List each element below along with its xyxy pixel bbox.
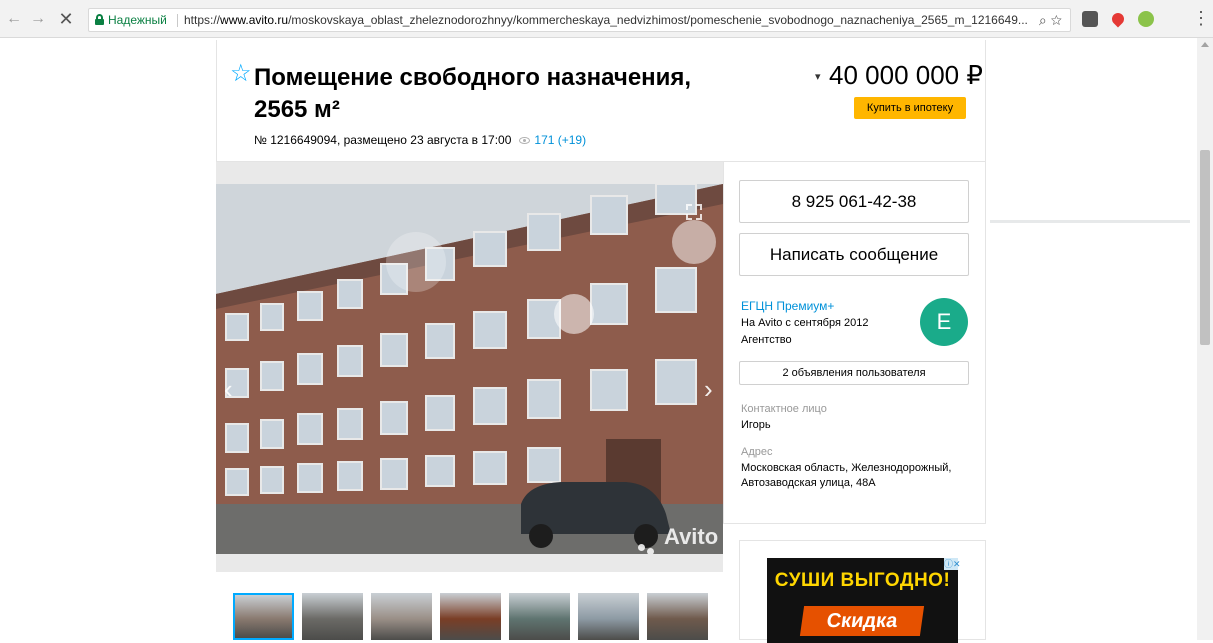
previous-photo-arrow-icon[interactable]: ‹ (224, 374, 233, 405)
contact-panel: 8 925 061-42-38 Написать сообщение ЕГЦН … (723, 162, 986, 524)
seller-type: Агентство (741, 334, 792, 346)
url-path: /moskovskaya_oblast_zheleznodorozhnyy/ko… (288, 13, 1028, 27)
avito-watermark: Avito (664, 524, 719, 549)
url-scheme: https:// (184, 13, 221, 27)
listing-meta: № 1216649094, размещено 23 августа в 17:… (254, 133, 586, 147)
secure-label: Надежный (108, 13, 167, 27)
scroll-up-arrow-icon[interactable] (1201, 42, 1209, 47)
price-dropdown-icon[interactable]: ▾ (815, 70, 821, 83)
next-photo-arrow-icon[interactable]: › (704, 374, 713, 405)
user-ads-button[interactable]: 2 объявления пользователя (739, 361, 969, 385)
eye-icon (519, 137, 531, 145)
mortgage-button[interactable]: Купить в ипотеку (854, 97, 966, 119)
gallery-thumbnail[interactable] (302, 593, 363, 640)
contact-person-label: Контактное лицо (741, 403, 827, 415)
ad-close-icon[interactable]: ⓘ✕ (944, 558, 961, 570)
globe-extension-icon[interactable] (1138, 11, 1154, 27)
seller-since: На Avito с сентября 2012 (741, 317, 869, 329)
favorite-star-icon[interactable]: ☆ (230, 62, 252, 86)
main-photo[interactable]: ‹ › Avito (216, 184, 723, 554)
address-separator (177, 14, 178, 27)
forward-icon[interactable]: → (28, 9, 48, 29)
lock-icon (95, 14, 104, 25)
phone-button[interactable]: 8 925 061-42-38 (739, 180, 969, 223)
listing-title: Помещение свободного назначения, 2565 м² (254, 64, 692, 123)
photo-gallery: ‹ › Avito (216, 162, 723, 572)
map-pin-extension-icon[interactable] (1109, 10, 1127, 28)
gallery-thumbnail[interactable] (578, 593, 639, 640)
fullscreen-icon[interactable] (686, 204, 702, 220)
listing-page: ☆ Помещение свободного назначения, 2565 … (216, 40, 986, 643)
listing-number-date: № 1216649094, размещено 23 августа в 17:… (254, 133, 512, 147)
ad-headline: СУШИ ВЫГОДНО! (774, 570, 951, 591)
omnibox-icons: ⌕ ☆ (1039, 9, 1062, 31)
address-label: Адрес (741, 446, 773, 458)
scrollbar[interactable] (1197, 38, 1213, 640)
url-host: www.avito.ru (220, 13, 289, 27)
contact-person-value: Игорь (741, 419, 771, 431)
zoom-icon[interactable]: ⌕ (1039, 12, 1047, 28)
render-artifact (990, 220, 1190, 223)
gallery-thumbnail[interactable] (647, 593, 708, 640)
view-count[interactable]: 171 (+19) (534, 133, 586, 147)
extensions (1082, 9, 1154, 29)
address-bar[interactable]: Надежный https://www.avito.ru/moskovskay… (88, 8, 1071, 32)
ad-discount: Скидка (799, 606, 925, 636)
back-icon[interactable]: ← (4, 9, 24, 29)
gallery-thumbnail[interactable] (371, 593, 432, 640)
gallery-thumbnail[interactable] (233, 593, 294, 640)
extension-icon[interactable] (1082, 11, 1098, 27)
menu-icon[interactable]: ⋮ (1192, 8, 1210, 28)
price: 40 000 000 ₽ (829, 60, 983, 90)
gallery-thumbnail[interactable] (440, 593, 501, 640)
avatar[interactable]: E (920, 298, 968, 346)
thumbnail-strip (233, 593, 708, 640)
seller-name-link[interactable]: ЕГЦН Премиум+ (741, 299, 834, 313)
bookmark-star-icon[interactable]: ☆ (1051, 12, 1062, 28)
gallery-thumbnail[interactable] (509, 593, 570, 640)
scroll-thumb[interactable] (1200, 150, 1210, 345)
building-photo (216, 184, 723, 554)
message-button[interactable]: Написать сообщение (739, 233, 969, 276)
ad-banner[interactable]: СУШИ ВЫГОДНО! Скидка (767, 558, 958, 643)
listing-header: ☆ Помещение свободного назначения, 2565 … (216, 40, 986, 162)
avito-logo-icon (638, 544, 658, 554)
browser-toolbar: ← → ✕ Надежный https://www.avito.ru/mosk… (0, 0, 1213, 38)
ad-block: СУШИ ВЫГОДНО! Скидка ⓘ✕ (739, 540, 986, 643)
stop-icon[interactable]: ✕ (56, 9, 76, 29)
url-text[interactable]: https://www.avito.ru/moskovskaya_oblast_… (184, 9, 1064, 31)
address-value: Московская область, Железнодорожный, Авт… (741, 462, 952, 489)
